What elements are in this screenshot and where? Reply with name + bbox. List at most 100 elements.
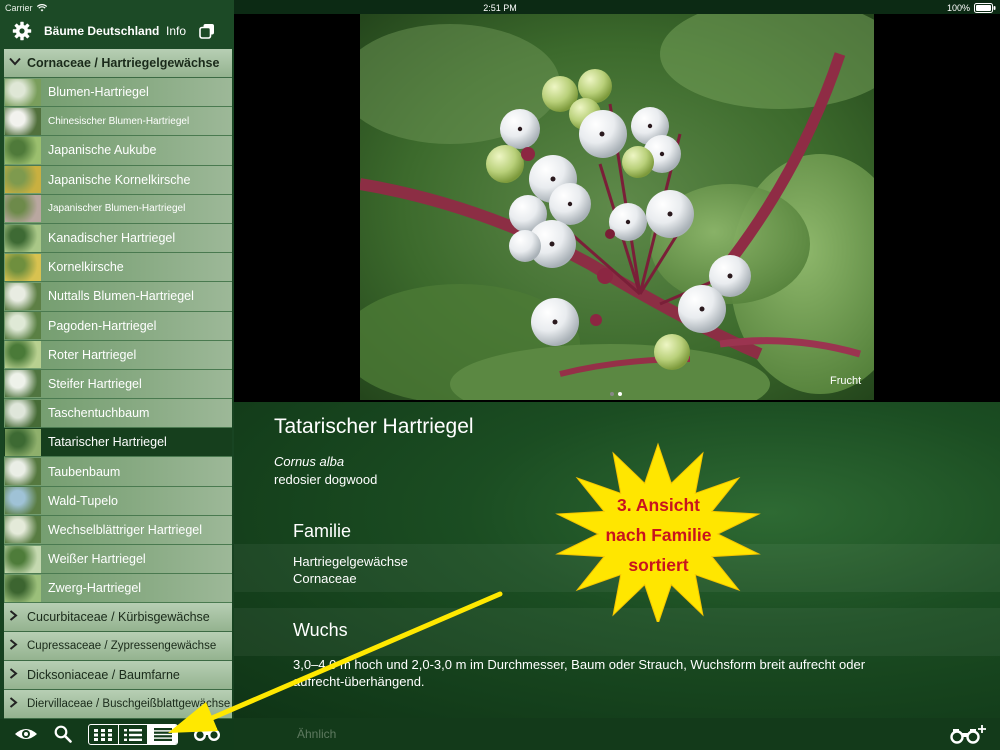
species-list-item[interactable]: Japanische Kornelkirsche — [4, 165, 232, 195]
species-items: Blumen-Hartriegel Chinesischer Blumen-Har… — [4, 78, 232, 604]
species-label: Japanischer Blumen-Hartriegel — [48, 203, 186, 215]
collapsed-families: Cucurbitaceae / Kürbisgewächse Cupressace… — [4, 603, 232, 719]
species-list-item[interactable]: Weißer Hartriegel — [4, 545, 232, 575]
annotation-line: sortiert — [628, 555, 689, 575]
species-thumbnail — [5, 574, 41, 602]
species-label: Taschentuchbaum — [48, 406, 150, 421]
species-thumbnail — [5, 107, 41, 135]
eye-button[interactable] — [13, 723, 39, 745]
species-list-item[interactable]: Kornelkirsche — [4, 253, 232, 283]
battery-label: 100% — [946, 3, 970, 13]
species-list-item[interactable]: Nuttalls Blumen-Hartriegel — [4, 282, 232, 312]
species-list-item[interactable]: Taubenbaum — [4, 457, 232, 487]
species-list-item[interactable]: Roter Hartriegel — [4, 340, 232, 370]
binoculars-button[interactable] — [193, 723, 221, 745]
family-label: Cornaceae / Hartriegelgewächse — [27, 56, 220, 70]
species-thumbnail — [5, 458, 41, 486]
photo-gallery[interactable]: Frucht — [234, 14, 1000, 402]
view-mode-selector[interactable] — [88, 724, 178, 745]
status-time: 2:51 PM — [483, 3, 517, 13]
species-thumbnail — [5, 545, 41, 573]
species-label: Japanische Kornelkirsche — [48, 172, 191, 187]
species-label: Nuttalls Blumen-Hartriegel — [48, 289, 194, 304]
family-latin: Cornaceae — [293, 571, 357, 586]
species-thumbnail — [5, 428, 41, 456]
grid-view-icon — [94, 728, 113, 741]
species-thumbnail — [5, 253, 41, 281]
species-label: Wald-Tupelo — [48, 493, 118, 508]
species-latin-name: Cornus alba — [274, 454, 345, 469]
sidebar: Carrier Bäume Deutschland Info Cornaceae… — [0, 0, 234, 750]
species-list-item[interactable]: Japanische Aukube — [4, 136, 232, 166]
species-list-item[interactable]: Kanadischer Hartriegel — [4, 223, 232, 254]
species-list-item[interactable]: Blumen-Hartriegel — [4, 78, 232, 108]
annotation-text: 3. Ansicht nach Familie sortiert — [546, 490, 771, 580]
species-thumbnail — [5, 516, 41, 544]
species-label: Zwerg-Hartriegel — [48, 581, 142, 596]
species-list-item[interactable]: Japanischer Blumen-Hartriegel — [4, 194, 232, 224]
species-list-item[interactable]: Wechselblättriger Hartriegel — [4, 515, 232, 545]
binoculars-icon — [194, 728, 220, 741]
chevron-right-icon — [9, 668, 23, 682]
search-icon — [54, 725, 72, 743]
chevron-right-icon — [9, 610, 23, 624]
chevron-right-icon — [9, 697, 23, 711]
species-label: Steifer Hartriegel — [48, 376, 142, 391]
photo-caption: Frucht — [830, 375, 862, 387]
family-view-button[interactable] — [148, 725, 177, 744]
app-title: Bäume Deutschland — [44, 24, 160, 38]
section-title-wuchs: Wuchs — [293, 620, 348, 640]
species-thumbnail — [5, 136, 41, 164]
sidebar-toolbar — [0, 719, 234, 750]
page-dot-active[interactable] — [618, 392, 622, 396]
species-list-item[interactable]: Taschentuchbaum — [4, 399, 232, 429]
species-label: Wechselblättriger Hartriegel — [48, 522, 202, 537]
info-button[interactable]: Info — [166, 24, 186, 38]
similar-button[interactable]: Ähnlich — [297, 727, 336, 741]
section-text-familie: Hartriegelgewächse Cornaceae — [293, 553, 408, 587]
growth-line-2: aufrecht-überhängend. — [293, 674, 425, 689]
species-thumbnail — [5, 370, 41, 398]
chevron-down-icon — [9, 57, 23, 69]
family-label: Cucurbitaceae / Kürbisgewächse — [27, 610, 210, 625]
list-view-icon — [124, 728, 142, 741]
status-carrier: Carrier — [5, 3, 47, 13]
species-list-item[interactable]: Steifer Hartriegel — [4, 369, 232, 400]
detail-toolbar: Ähnlich — [234, 718, 1000, 750]
species-detail: Tatarischer Hartriegel Cornus alba redos… — [234, 402, 1000, 718]
family-row-collapsed[interactable]: Cucurbitaceae / Kürbisgewächse — [4, 603, 232, 633]
species-list-item[interactable]: Tatarischer Hartriegel — [4, 428, 232, 458]
species-list[interactable]: Cornaceae / Hartriegelgewächse Blumen-Ha… — [4, 49, 232, 719]
species-name: Tatarischer Hartriegel — [274, 415, 474, 438]
species-thumbnail — [5, 195, 41, 223]
family-row-cornaceae[interactable]: Cornaceae / Hartriegelgewächse — [4, 49, 232, 78]
species-label: Chinesischer Blumen-Hartriegel — [48, 115, 190, 127]
main-panel: 2:51 PM 100% Frucht Tatarischer Hartrieg… — [234, 0, 1000, 750]
search-button[interactable] — [52, 723, 74, 745]
species-list-item[interactable]: Pagoden-Hartriegel — [4, 311, 232, 341]
chevron-right-icon — [9, 639, 23, 653]
growth-line-1: 3,0–4,0 m hoch und 2,0-3,0 m im Durchmes… — [293, 657, 866, 672]
species-label: Pagoden-Hartriegel — [48, 318, 157, 333]
gear-icon[interactable] — [12, 21, 32, 41]
species-list-item[interactable]: Zwerg-Hartriegel — [4, 574, 232, 604]
species-label: Kornelkirsche — [48, 260, 124, 275]
binoculars-add-icon[interactable] — [948, 723, 988, 745]
family-row-collapsed[interactable]: Cupressaceae / Zypressengewächse — [4, 632, 232, 662]
page-dot[interactable] — [610, 392, 614, 396]
species-list-item[interactable]: Wald-Tupelo — [4, 486, 232, 516]
carrier-label: Carrier — [5, 3, 33, 13]
sidebar-header: Bäume Deutschland Info — [0, 14, 234, 48]
species-photo[interactable] — [360, 14, 874, 400]
photo-pager[interactable] — [610, 392, 622, 396]
species-label: Blumen-Hartriegel — [48, 85, 149, 100]
species-thumbnail — [5, 166, 41, 194]
list-view-button[interactable] — [119, 725, 149, 744]
species-thumbnail — [5, 341, 41, 369]
annotation-line: 3. Ansicht — [617, 495, 700, 515]
species-list-item[interactable]: Chinesischer Blumen-Hartriegel — [4, 107, 232, 137]
copy-icon[interactable] — [199, 23, 215, 39]
grid-view-button[interactable] — [89, 725, 119, 744]
family-row-collapsed[interactable]: Diervillaceae / Buschgeißblattgewächse — [4, 690, 232, 719]
family-row-collapsed[interactable]: Dicksoniaceae / Baumfarne — [4, 661, 232, 691]
